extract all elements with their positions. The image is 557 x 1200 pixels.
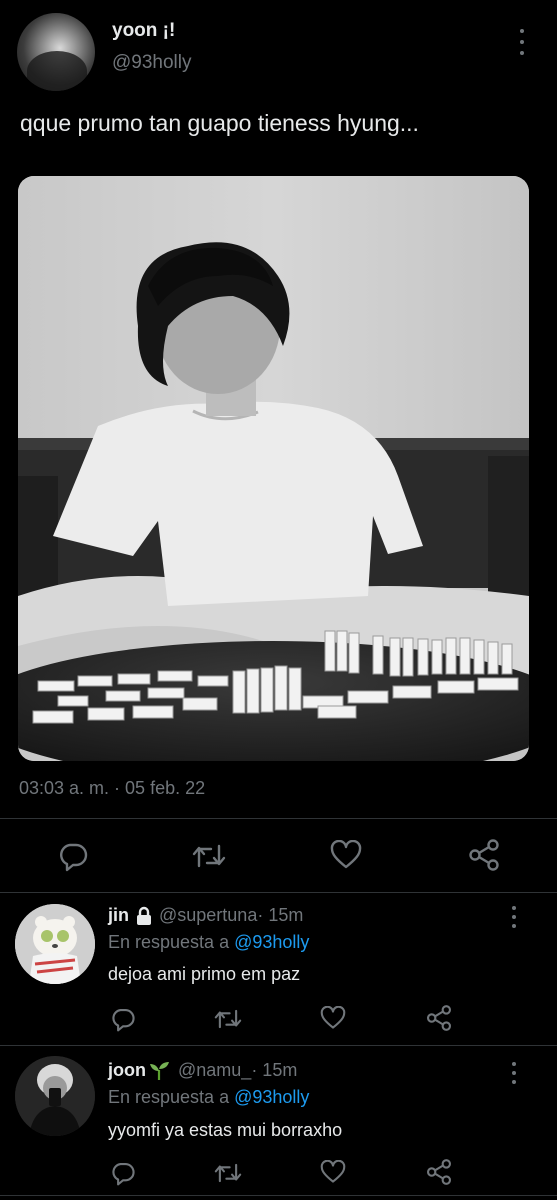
reply-header: joon @namu_ · 15m xyxy=(108,1060,297,1081)
reply-context-label: En respuesta a xyxy=(108,1087,235,1107)
reply-mention-link[interactable]: @93holly xyxy=(234,932,309,952)
more-vertical-icon[interactable] xyxy=(511,1062,517,1084)
reply-author-handle[interactable]: @namu_ xyxy=(178,1060,251,1081)
heart-icon[interactable] xyxy=(330,840,362,870)
reply-context: En respuesta a @93holly xyxy=(108,932,309,953)
reply-context-label: En respuesta a xyxy=(108,932,235,952)
reply-header: jin @supertuna · 15m xyxy=(108,905,303,926)
reply-author-name[interactable]: joon xyxy=(108,1060,146,1081)
divider xyxy=(0,1045,557,1046)
retweet-icon[interactable] xyxy=(192,840,226,872)
reply-mention-link[interactable]: @93holly xyxy=(234,1087,309,1107)
author-name[interactable]: yoon ¡! xyxy=(112,20,175,42)
reply-bubble-icon[interactable] xyxy=(110,1006,136,1032)
lock-icon xyxy=(137,906,151,925)
tweet-photo[interactable] xyxy=(18,176,529,761)
reply-time: · 15m xyxy=(257,905,304,925)
more-vertical-icon[interactable] xyxy=(511,906,517,928)
reply-avatar[interactable] xyxy=(15,1056,95,1136)
tweet-text: qque prumo tan guapo tieness hyung... xyxy=(20,110,419,136)
reply-context: En respuesta a @93holly xyxy=(108,1087,309,1108)
seedling-emoji-icon xyxy=(150,1061,169,1080)
share-icon[interactable] xyxy=(426,1158,452,1186)
divider xyxy=(0,818,557,819)
retweet-icon[interactable] xyxy=(214,1006,242,1032)
retweet-icon[interactable] xyxy=(214,1160,242,1186)
more-vertical-icon[interactable] xyxy=(519,29,525,55)
author-handle[interactable]: @93holly xyxy=(112,52,192,74)
tweet-timestamp: 03:03 a. m. · 05 feb. 22 xyxy=(19,778,206,798)
reply-author-handle[interactable]: @supertuna xyxy=(159,905,257,926)
reply-avatar[interactable] xyxy=(15,904,95,984)
reply-time: · 15m xyxy=(251,1060,298,1080)
reply-bubble-icon[interactable] xyxy=(57,840,89,872)
divider xyxy=(0,1195,557,1196)
heart-icon[interactable] xyxy=(320,1160,346,1184)
heart-icon[interactable] xyxy=(320,1006,346,1030)
reply-text: dejoa ami primo em paz xyxy=(108,964,301,984)
reply-author-name[interactable]: jin xyxy=(108,905,129,926)
share-icon[interactable] xyxy=(468,838,500,872)
reply-bubble-icon[interactable] xyxy=(110,1160,136,1186)
author-avatar[interactable] xyxy=(17,13,95,91)
share-icon[interactable] xyxy=(426,1004,452,1032)
reply-text: yyomfi ya estas mui borraxho xyxy=(108,1120,343,1140)
divider xyxy=(0,892,557,893)
